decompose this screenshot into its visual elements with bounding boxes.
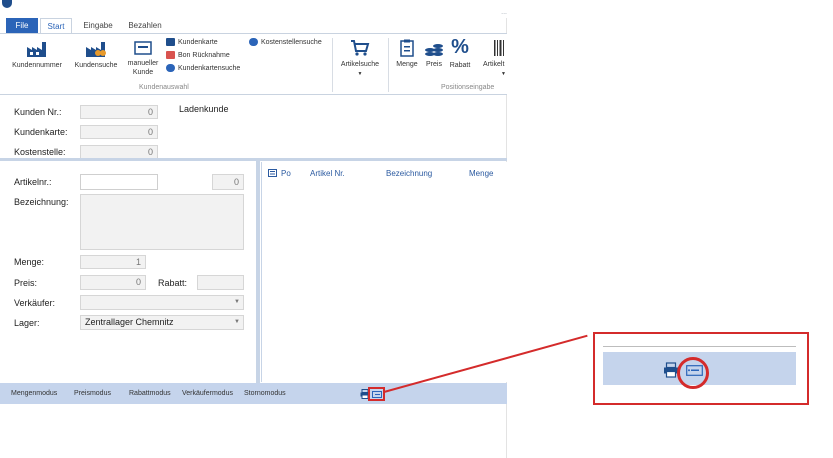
rabattmodus-button[interactable]: Rabattmodus bbox=[129, 390, 171, 397]
manueller-label: manueller bbox=[127, 60, 159, 67]
callout-divider bbox=[603, 346, 796, 347]
clipboard-icon bbox=[400, 39, 414, 57]
column-header-menge[interactable]: Menge bbox=[469, 169, 493, 178]
preis-label: Preis bbox=[426, 61, 442, 68]
highlight-circle bbox=[677, 357, 709, 389]
pos-window: ... File Start Eingabe Bezahlen Kundennu… bbox=[0, 0, 507, 458]
cart-search-icon bbox=[351, 40, 370, 56]
group-label-positionseingabe: Positionseingabe bbox=[441, 84, 495, 91]
binoculars-icon bbox=[249, 38, 258, 47]
ribbon: Kundennummer Kundensuche manueller Kunde bbox=[0, 33, 507, 95]
kundenkarte-button[interactable]: Kundenkarte bbox=[166, 37, 218, 48]
mengenmodus-button[interactable]: Mengenmodus bbox=[11, 390, 57, 397]
kundenkarte-label: Kundenkarte bbox=[178, 39, 218, 46]
bezeichnung-textarea[interactable] bbox=[80, 194, 244, 250]
lager-select[interactable]: Zentrallager Chemnitz ▼ bbox=[80, 315, 244, 330]
lager-value: Zentrallager Chemnitz bbox=[85, 317, 174, 327]
verkaeufer-select[interactable]: ▼ bbox=[80, 295, 244, 310]
column-header-artikel-nr[interactable]: Artikel Nr. bbox=[310, 169, 345, 178]
kunden-nr-label: Kunden Nr.: bbox=[14, 107, 62, 117]
tab-bezahlen[interactable]: Bezahlen bbox=[122, 18, 168, 34]
preis-field-label: Preis: bbox=[14, 278, 38, 288]
lager-label: Lager: bbox=[14, 318, 40, 328]
kundenkartensuche-label: Kundenkartensuche bbox=[178, 65, 241, 72]
binoculars-icon bbox=[166, 64, 175, 73]
stornomodus-button[interactable]: Stornomodus bbox=[244, 390, 286, 397]
factory-search-icon bbox=[86, 42, 106, 57]
kundenkartensuche-button[interactable]: Kundenkartensuche bbox=[166, 63, 240, 74]
id-card-icon bbox=[134, 41, 152, 55]
rabatt-field-label: Rabatt: bbox=[158, 278, 188, 288]
verkaeufer-label: Verkäufer: bbox=[14, 298, 56, 308]
artikelnr-number-field[interactable]: 0 bbox=[212, 174, 244, 190]
screenshot-root: ... File Start Eingabe Bezahlen Kundennu… bbox=[0, 0, 833, 458]
column-header-bezeichnung[interactable]: Bezeichnung bbox=[386, 169, 432, 178]
kostenstelle-label: Kostenstelle: bbox=[14, 147, 66, 157]
artikelsuche-button[interactable]: Artikelsuche ▼ bbox=[336, 39, 384, 79]
chevron-down-icon: ▼ bbox=[357, 71, 363, 77]
coins-icon bbox=[425, 44, 443, 56]
percent-icon: % bbox=[451, 36, 469, 58]
ribbon-separator bbox=[388, 38, 389, 92]
kundenkarte-field[interactable]: 0 bbox=[80, 125, 158, 139]
tab-eingabe[interactable]: Eingabe bbox=[78, 18, 118, 34]
artikelnr-label: Artikelnr.: bbox=[14, 177, 52, 187]
column-header-po[interactable]: Po bbox=[281, 169, 291, 178]
tab-file[interactable]: File bbox=[6, 18, 38, 34]
chevron-down-icon: ▼ bbox=[501, 71, 506, 77]
kundennummer-label: Kundennummer bbox=[12, 62, 62, 69]
artikel-button[interactable]: Artikelt ▼ bbox=[479, 39, 509, 79]
menge-label: Menge bbox=[396, 61, 418, 68]
artikelsuche-label: Artikelsuche bbox=[340, 61, 380, 68]
kostenstellensuche-label: Kostenstellensuche bbox=[261, 39, 322, 46]
preis-button[interactable]: Preis bbox=[423, 39, 445, 69]
ribbon-tabbar: File Start Eingabe Bezahlen bbox=[0, 18, 507, 34]
menge-button[interactable]: Menge bbox=[393, 39, 421, 69]
kostenstelle-field[interactable]: 0 bbox=[80, 145, 158, 159]
barcode-icon bbox=[494, 40, 504, 56]
rabatt-field[interactable] bbox=[197, 275, 244, 290]
app-logo-icon bbox=[2, 0, 12, 8]
factory-icon bbox=[27, 42, 46, 57]
window-title: ... bbox=[501, 9, 507, 16]
ribbon-separator bbox=[332, 38, 333, 92]
rabatt-button[interactable]: % Rabatt bbox=[447, 36, 473, 70]
card-icon bbox=[166, 38, 175, 47]
kostenstellensuche-button[interactable]: Kostenstellensuche bbox=[249, 37, 322, 48]
customer-type: Ladenkunde bbox=[179, 104, 229, 114]
tab-start[interactable]: Start bbox=[40, 18, 72, 34]
preismodus-button[interactable]: Preismodus bbox=[74, 390, 111, 397]
kunde-label: Kunde bbox=[132, 69, 154, 76]
receipt-return-icon bbox=[166, 51, 175, 60]
chevron-down-icon: ▼ bbox=[234, 319, 240, 325]
rabatt-label: Rabatt bbox=[449, 62, 471, 69]
kundensuche-button[interactable]: Kundensuche bbox=[70, 40, 122, 70]
kundenkarte-field-label: Kundenkarte: bbox=[14, 127, 68, 137]
artikelnr-input[interactable] bbox=[80, 174, 158, 190]
title-bar: ... bbox=[0, 0, 507, 18]
bon-ruecknahme-label: Bon Rücknahme bbox=[178, 52, 230, 59]
menge-field[interactable]: 1 bbox=[80, 255, 146, 269]
artikel-label: Artikelt bbox=[483, 61, 505, 68]
kundensuche-label: Kundensuche bbox=[74, 62, 118, 69]
mode-statusbar: Mengenmodus Preismodus Rabattmodus Verkä… bbox=[0, 383, 507, 404]
group-label-kundenauswahl: Kundenauswahl bbox=[139, 84, 189, 91]
verkaeufermodus-button[interactable]: Verkäufermodus bbox=[182, 390, 233, 397]
panel-vertical-divider bbox=[256, 161, 260, 383]
preis-field[interactable]: 0 bbox=[80, 275, 146, 290]
bon-ruecknahme-button[interactable]: Bon Rücknahme bbox=[166, 50, 230, 61]
kunden-nr-field[interactable]: 0 bbox=[80, 105, 158, 119]
bezeichnung-label: Bezeichnung: bbox=[14, 197, 69, 207]
kundennummer-button[interactable]: Kundennummer bbox=[6, 40, 68, 70]
grid-settings-icon[interactable] bbox=[268, 169, 277, 179]
chevron-down-icon: ▼ bbox=[234, 299, 240, 305]
positions-grid[interactable]: Po Artikel Nr. Bezeichnung Menge bbox=[261, 162, 507, 382]
menge-field-label: Menge: bbox=[14, 257, 45, 267]
panel-divider bbox=[0, 158, 507, 161]
manueller-kunde-button[interactable]: manueller Kunde bbox=[124, 40, 162, 77]
highlight-rectangle bbox=[368, 387, 385, 401]
